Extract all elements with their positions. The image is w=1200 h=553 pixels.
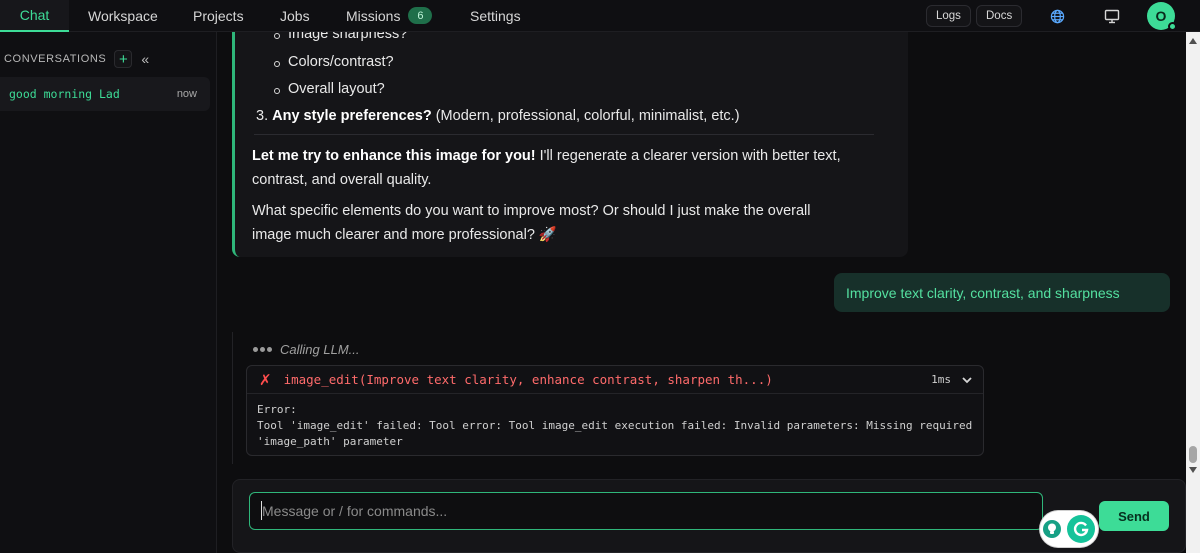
- calling-status: Calling LLM...: [253, 342, 359, 357]
- item-text: (Modern, professional, colorful, minimal…: [431, 108, 740, 124]
- numbered-item: 3. Any style preferences? (Modern, profe…: [256, 104, 740, 128]
- message-divider: [254, 134, 874, 135]
- docs-button[interactable]: Docs: [976, 5, 1023, 27]
- paragraph-text: image much clearer and more professional…: [252, 227, 557, 243]
- avatar-initial: O: [1155, 8, 1167, 24]
- tab-workspace[interactable]: Workspace: [88, 0, 158, 32]
- user-message: Improve text clarity, contrast, and shar…: [834, 273, 1170, 312]
- message-input[interactable]: [249, 492, 1043, 530]
- new-conversation-button[interactable]: +: [114, 50, 133, 68]
- message-paragraph: What specific elements do you want to im…: [252, 199, 811, 247]
- grammarly-icon: [1067, 515, 1095, 543]
- tool-activity: Calling LLM... ✗ image_edit(Improve text…: [232, 332, 988, 464]
- chevron-down-icon[interactable]: [961, 373, 973, 391]
- item-number: 3.: [256, 108, 269, 124]
- tool-call-header[interactable]: ✗ image_edit(Improve text clarity, enhan…: [247, 366, 983, 394]
- globe-icon[interactable]: [1046, 5, 1068, 27]
- bullet-item: Image sharpness?: [288, 32, 408, 42]
- item-heading: Any style preferences?: [272, 108, 432, 124]
- paragraph-text: contrast, and overall quality.: [252, 172, 432, 188]
- online-status-dot: [1168, 22, 1177, 31]
- calling-label: Calling LLM...: [280, 342, 360, 357]
- tab-settings-label: Settings: [470, 7, 521, 24]
- tool-call-card: ✗ image_edit(Improve text clarity, enhan…: [246, 365, 984, 456]
- conversation-name: good morning Lad: [9, 87, 120, 101]
- message-paragraph: Let me try to enhance this image for you…: [252, 144, 841, 192]
- tab-chat[interactable]: Chat: [0, 0, 69, 32]
- tab-chat-label: Chat: [19, 6, 50, 23]
- paragraph-text: I'll regenerate a clearer version with b…: [535, 148, 841, 164]
- tab-jobs-label: Jobs: [280, 7, 310, 24]
- grammarly-widget[interactable]: [1040, 511, 1098, 547]
- bullet-item: Colors/contrast?: [288, 54, 394, 70]
- logs-button[interactable]: Logs: [926, 5, 971, 27]
- error-icon: ✗: [259, 371, 272, 389]
- conversation-item[interactable]: good morning Lad now: [0, 77, 210, 111]
- tab-projects-label: Projects: [193, 7, 244, 24]
- tab-jobs[interactable]: Jobs: [280, 0, 310, 32]
- tool-duration: 1ms: [931, 373, 951, 386]
- lightbulb-icon: [1043, 520, 1061, 538]
- loading-dots-icon: [253, 347, 274, 352]
- collapse-sidebar-button[interactable]: «: [141, 51, 149, 67]
- tab-projects[interactable]: Projects: [193, 0, 244, 32]
- conversations-sidebar: CONVERSATIONS + « good morning Lad now: [0, 32, 217, 553]
- message-composer: Send: [232, 479, 1186, 553]
- tab-missions[interactable]: Missions 6: [346, 0, 433, 32]
- chat-area: Image sharpness? Colors/contrast? Overal…: [218, 32, 1186, 553]
- tab-missions-label: Missions: [346, 7, 401, 24]
- tool-call-signature: image_edit(Improve text clarity, enhance…: [283, 372, 773, 387]
- bullet-marker: [274, 33, 280, 39]
- assistant-message: Image sharpness? Colors/contrast? Overal…: [232, 32, 908, 257]
- scroll-up-icon[interactable]: [1186, 34, 1200, 48]
- conversation-time: now: [176, 88, 197, 100]
- bullet-item: Overall layout?: [288, 81, 385, 97]
- top-nav: Chat Workspace Projects Jobs Missions 6 …: [0, 0, 1200, 32]
- tab-settings[interactable]: Settings: [470, 0, 521, 32]
- missions-count-badge: 6: [408, 7, 433, 24]
- bullet-marker: [274, 88, 280, 94]
- tab-workspace-label: Workspace: [88, 7, 158, 24]
- sidebar-header: CONVERSATIONS + «: [4, 50, 149, 68]
- monitor-icon[interactable]: [1101, 5, 1123, 27]
- vertical-scrollbar[interactable]: [1186, 32, 1200, 553]
- bullet-marker: [274, 61, 280, 67]
- send-button[interactable]: Send: [1099, 501, 1169, 531]
- text-caret: [261, 501, 262, 520]
- paragraph-bold: Let me try to enhance this image for you…: [252, 148, 536, 164]
- sidebar-title: CONVERSATIONS: [4, 53, 107, 65]
- user-avatar[interactable]: O: [1147, 2, 1177, 31]
- scrollbar-thumb[interactable]: [1189, 446, 1197, 463]
- tool-output: Error: Tool 'image_edit' failed: Tool er…: [257, 403, 973, 448]
- scroll-down-icon[interactable]: [1186, 463, 1200, 477]
- paragraph-text: What specific elements do you want to im…: [252, 203, 811, 219]
- user-message-text: Improve text clarity, contrast, and shar…: [846, 284, 1120, 301]
